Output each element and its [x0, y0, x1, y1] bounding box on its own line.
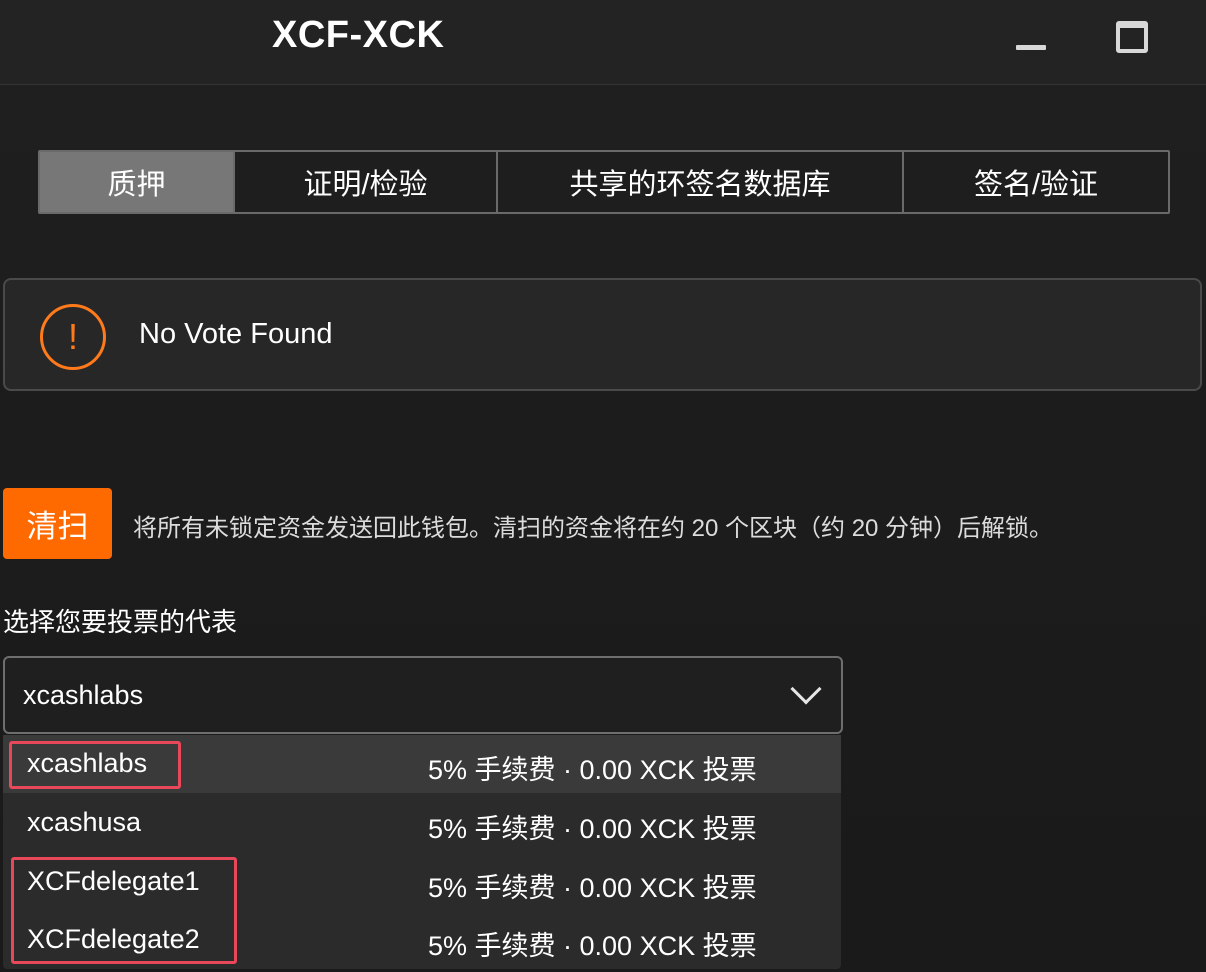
delegate-option-xcashlabs[interactable]: xcashlabs 5% 手续费 · 0.00 XCK 投票: [3, 735, 841, 793]
sweep-button[interactable]: 清扫: [3, 488, 112, 559]
delegate-option-meta: 5% 手续费 · 0.00 XCK 投票: [428, 814, 757, 844]
tab-staking[interactable]: 质押: [40, 152, 235, 212]
delegate-option-name: xcashusa: [27, 807, 142, 837]
sweep-description: 将所有未锁定资金发送回此钱包。清扫的资金将在约 20 个区块（约 20 分钟）后…: [133, 515, 1054, 542]
no-vote-alert: ! No Vote Found: [3, 278, 1202, 391]
tab-shared-ring-signature-db[interactable]: 共享的环签名数据库: [498, 152, 904, 212]
delegate-option-meta: 5% 手续费 · 0.00 XCK 投票: [428, 873, 757, 903]
chevron-down-icon: [790, 673, 822, 705]
delegate-option-meta: 5% 手续费 · 0.00 XCK 投票: [428, 755, 757, 785]
maximize-icon: [1116, 21, 1148, 53]
delegate-option-name: xcashlabs: [27, 748, 148, 778]
delegate-select[interactable]: xcashlabs: [3, 656, 843, 734]
title-bar: XCF-XCK: [0, 0, 1206, 85]
app-window: XCF-XCK 质押 证明/检验 共享的环签名数据库 签名/验证 ! No Vo…: [0, 0, 1206, 972]
delegate-select-value: xcashlabs: [23, 680, 144, 710]
minimize-icon: [1016, 45, 1046, 50]
delegate-option-name: XCFdelegate2: [27, 924, 200, 954]
delegate-option-name: XCFdelegate1: [27, 866, 200, 896]
delegate-select-label: 选择您要投票的代表: [3, 607, 238, 637]
tab-proof-verify[interactable]: 证明/检验: [235, 152, 498, 212]
delegate-option-xcfdelegate1[interactable]: XCFdelegate1 5% 手续费 · 0.00 XCK 投票: [3, 853, 841, 911]
tab-bar: 质押 证明/检验 共享的环签名数据库 签名/验证: [38, 150, 1170, 214]
app-title: XCF-XCK: [272, 14, 445, 56]
exclamation-circle-icon: !: [40, 304, 106, 370]
tab-sign-verify[interactable]: 签名/验证: [904, 152, 1168, 212]
delegate-option-meta: 5% 手续费 · 0.00 XCK 投票: [428, 931, 757, 961]
delegate-dropdown-list: xcashlabs 5% 手续费 · 0.00 XCK 投票 xcashusa …: [3, 735, 841, 969]
minimize-button[interactable]: [1010, 26, 1054, 66]
maximize-button[interactable]: [1110, 16, 1154, 60]
delegate-option-xcfdelegate2[interactable]: XCFdelegate2 5% 手续费 · 0.00 XCK 投票: [3, 911, 841, 969]
alert-message: No Vote Found: [139, 318, 333, 350]
delegate-option-xcashusa[interactable]: xcashusa 5% 手续费 · 0.00 XCK 投票: [3, 794, 841, 852]
